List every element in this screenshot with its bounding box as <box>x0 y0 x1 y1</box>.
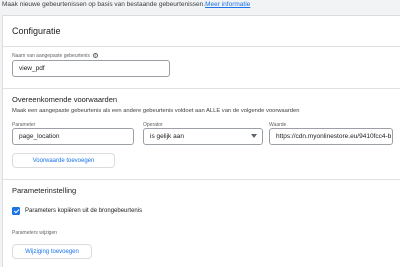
parameter-input[interactable]: page_location <box>12 128 134 145</box>
event-name-input[interactable]: view_pdf <box>12 60 170 77</box>
parameter-settings-heading: Parameterinstelling <box>12 186 77 195</box>
conditions-heading: Overeenkomende voorwaarden <box>12 95 118 104</box>
learn-more-link[interactable]: Meer informatie <box>205 1 250 8</box>
divider <box>3 179 400 180</box>
copy-parameters-label: Parameters kopiëren uit de brongebeurten… <box>25 208 143 214</box>
help-icon[interactable]: ? <box>92 53 98 59</box>
operator-value: is gelijk aan <box>150 133 184 140</box>
modify-parameters-label: Parameters wijzigen <box>12 230 58 236</box>
event-name-label-text: Naam van aangepaste gebeurtenis <box>12 53 90 59</box>
conditions-description: Maak een aangepaste gebeurtenis als een … <box>12 108 300 114</box>
intro-description: Maak nieuwe gebeurtenissen op basis van … <box>2 1 206 8</box>
add-modification-button[interactable]: Wijziging toevoegen <box>12 244 92 259</box>
intro-text: Maak nieuwe gebeurtenissen op basis van … <box>2 1 250 8</box>
divider <box>3 88 400 89</box>
event-name-label: Naam van aangepaste gebeurtenis? <box>12 53 98 59</box>
configuration-card: Configuratie Naam van aangepaste gebeurt… <box>2 15 400 267</box>
copy-parameters-checkbox[interactable] <box>12 207 20 215</box>
add-condition-button[interactable]: Voorwaarde toevoegen <box>12 153 115 168</box>
divider <box>3 46 400 47</box>
section-title: Configuratie <box>12 26 61 36</box>
value-input[interactable]: https://cdn.myonlinestore.eu/9410fcc4-b <box>269 128 393 145</box>
operator-select[interactable]: is gelijk aan <box>143 128 263 145</box>
chevron-down-icon <box>251 134 257 138</box>
